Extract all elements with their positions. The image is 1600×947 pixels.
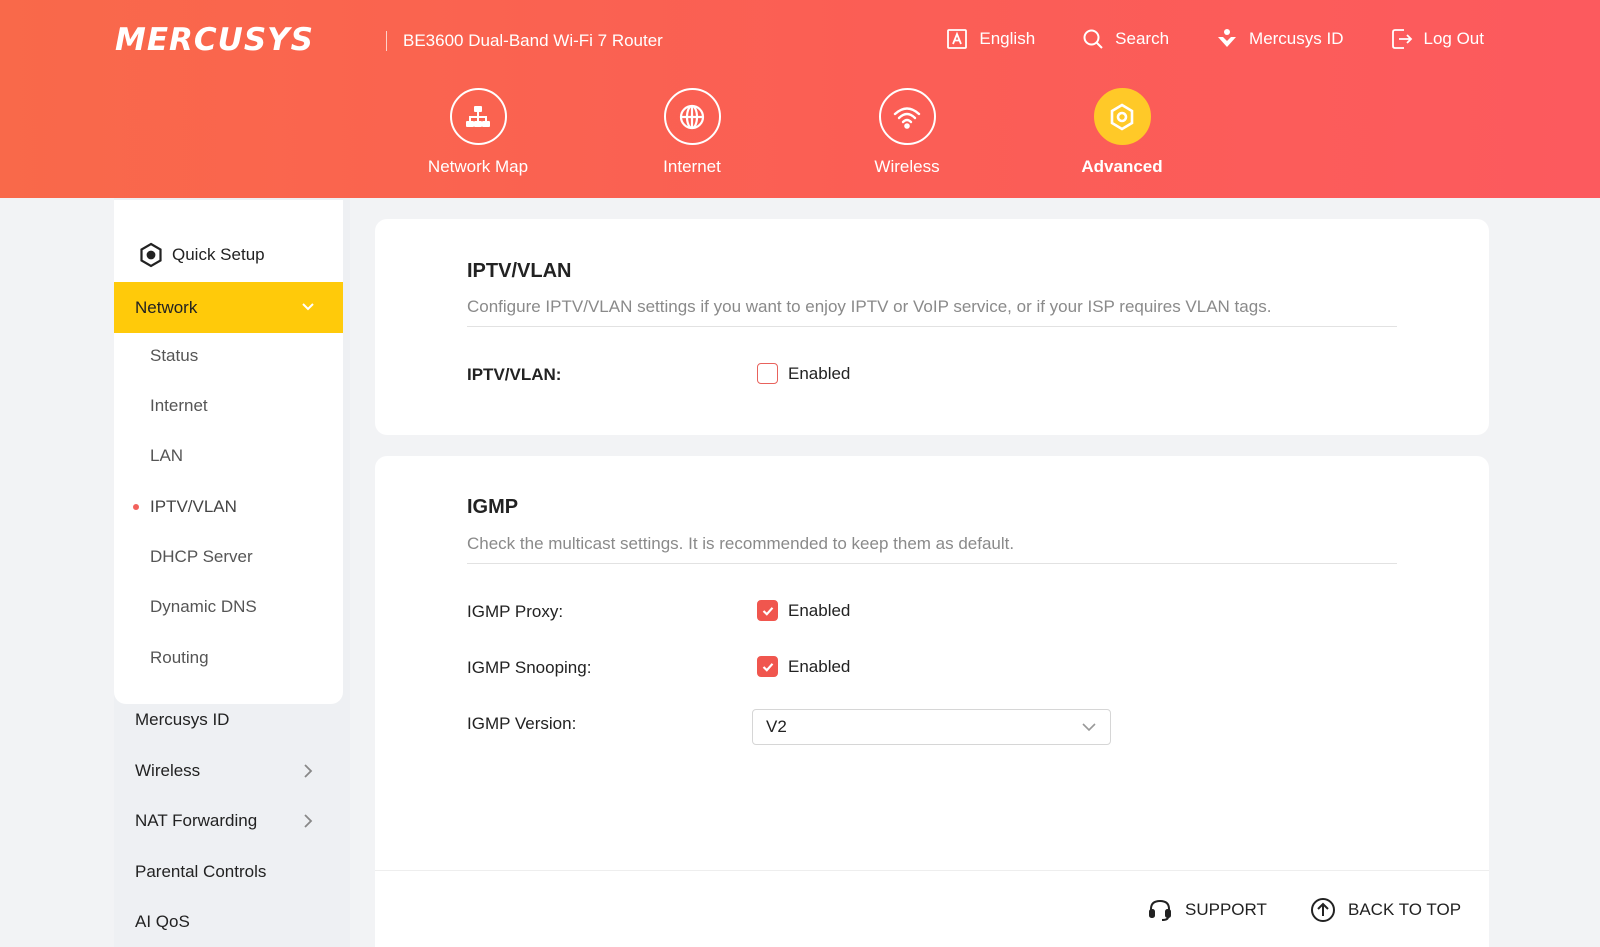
sidebar-item-network[interactable]: Network [114,282,343,333]
nav-internet-circle [663,88,721,145]
nav-network-map[interactable]: Network Map [398,88,558,177]
mercusys-logo[interactable]: MERCUSYS [115,22,314,58]
checked-box[interactable] [757,656,778,677]
igmp-description: Check the multicast settings. It is reco… [467,534,1015,553]
headset-icon [1149,899,1171,921]
nav-advanced-label: Advanced [1081,157,1163,176]
sidebar: Quick Setup Network Status Internet LAN … [114,198,350,947]
nav-network-map-label: Network Map [427,157,529,176]
checkmark-icon [762,606,773,616]
support-label: SUPPORT [1185,900,1267,919]
igmp-proxy-enabled-label: Enabled [788,600,851,620]
language-icon [947,29,968,49]
sidebar-item-wireless[interactable]: Wireless [135,761,200,781]
nav-advanced[interactable]: Advanced [1042,88,1202,177]
logout-button[interactable]: Log Out [1390,27,1485,51]
sidebar-item-mercusys-id[interactable]: Mercusys ID [135,710,229,730]
search-label: Search [1115,29,1170,48]
iptv-vlan-enabled-label: Enabled [788,363,851,383]
igmp-title: IGMP [467,496,519,518]
igmp-proxy-label: IGMP Proxy: [467,602,564,621]
mercusys-id-label: Mercusys ID [1249,29,1344,48]
sidebar-item-parental-controls[interactable]: Parental Controls [135,862,266,882]
logout-icon [1391,29,1412,49]
active-indicator-dot [133,504,139,510]
chevron-down-icon [1082,723,1096,732]
mercusys-id-icon [1218,29,1237,47]
igmp-version-select[interactable]: V2 [752,709,1111,745]
logo-separator [386,31,387,51]
network-label: Network [135,297,198,317]
chevron-down-icon [302,303,314,311]
igmp-version-value: V2 [766,717,787,736]
sidebar-sub-routing[interactable]: Routing [150,648,209,668]
iptv-divider [467,326,1397,327]
sidebar-sub-internet[interactable]: Internet [150,396,208,416]
wifi-icon [893,106,921,129]
igmp-snooping-checkbox[interactable]: Enabled [757,656,850,677]
support-link[interactable]: SUPPORT [1147,897,1267,923]
iptv-vlan-title: IPTV/VLAN [467,260,572,282]
sidebar-item-ai-qos[interactable]: AI QoS [135,912,190,932]
iptv-vlan-enable-checkbox[interactable]: Enabled [757,363,850,384]
header: MERCUSYS BE3600 Dual-Band Wi-Fi 7 Router… [0,0,1600,198]
nav-wireless-label: Wireless [874,157,940,176]
sidebar-sub-iptv-vlan[interactable]: IPTV/VLAN [150,497,237,517]
igmp-divider [467,563,1397,564]
igmp-card: IGMP Check the multicast settings. It is… [375,456,1489,876]
sidebar-item-nat-forwarding[interactable]: NAT Forwarding [135,811,257,831]
igmp-proxy-checkbox[interactable]: Enabled [757,600,850,621]
nav-wireless[interactable]: Wireless [827,88,987,177]
back-to-top-label: BACK TO TOP [1348,900,1462,919]
language-label: English [979,29,1036,48]
igmp-snooping-label: IGMP Snooping: [467,658,592,677]
globe-icon [679,104,705,129]
back-to-top-link[interactable]: BACK TO TOP [1310,897,1461,923]
gear-icon [1110,102,1134,131]
sidebar-item-quick-setup[interactable]: Quick Setup [138,242,265,268]
chevron-right-icon [304,814,313,828]
arrow-up-circle-icon [1311,898,1335,922]
product-name: BE3600 Dual-Band Wi-Fi 7 Router [403,31,663,50]
footer: SUPPORT BACK TO TOP [375,870,1489,947]
checked-box[interactable] [757,600,778,621]
quick-setup-icon [140,242,162,268]
nav-internet-label: Internet [663,157,721,176]
sidebar-sub-dhcp-server[interactable]: DHCP Server [150,547,253,567]
top-links: English Search Mercusys ID Log Out [945,27,1484,51]
igmp-version-label: IGMP Version: [467,714,577,733]
nav-network-map-circle [449,88,507,145]
unchecked-box[interactable] [757,363,778,384]
logout-label: Log Out [1423,29,1485,48]
search-button[interactable]: Search [1081,27,1169,51]
sidebar-sub-lan[interactable]: LAN [150,446,183,466]
checkmark-icon [762,662,773,672]
mercusys-id-button[interactable]: Mercusys ID [1215,27,1344,51]
nav-advanced-circle [1093,88,1151,145]
network-map-icon [466,105,490,127]
search-icon [1083,29,1103,49]
quick-setup-label: Quick Setup [172,245,265,264]
iptv-vlan-description: Configure IPTV/VLAN settings if you want… [467,297,1272,316]
chevron-right-icon [304,764,313,778]
main-nav: Network Map Internet Wireless Advanced [0,88,1600,198]
iptv-vlan-label: IPTV/VLAN: [467,365,562,384]
language-button[interactable]: English [945,27,1035,51]
igmp-snooping-enabled-label: Enabled [788,656,851,676]
iptv-vlan-card: IPTV/VLAN Configure IPTV/VLAN settings i… [375,219,1489,435]
sidebar-card: Quick Setup Network Status Internet LAN … [114,200,343,704]
sidebar-sub-dynamic-dns[interactable]: Dynamic DNS [150,597,257,617]
nav-wireless-circle [878,88,936,145]
nav-internet[interactable]: Internet [612,88,772,177]
sidebar-sub-status[interactable]: Status [150,346,198,366]
